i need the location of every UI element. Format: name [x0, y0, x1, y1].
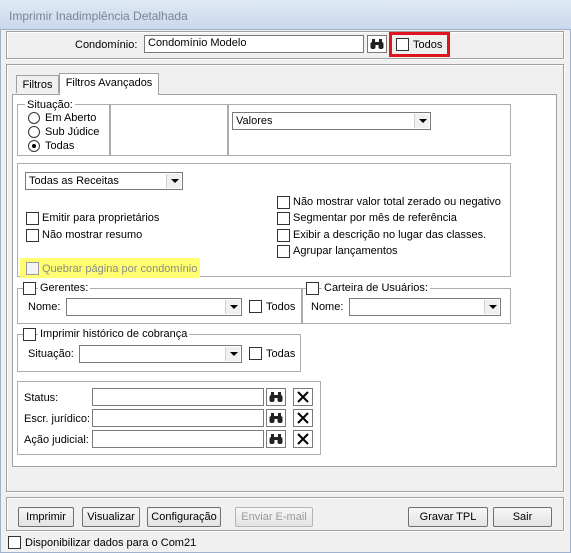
nao-mostrar-resumo-label: Não mostrar resumo: [42, 229, 143, 241]
acao-judicial-field[interactable]: [92, 430, 264, 448]
tab-filtros-avancados[interactable]: Filtros Avançados: [59, 73, 159, 95]
binoculars-icon: [269, 413, 283, 423]
nao-mostrar-resumo-checkbox[interactable]: [26, 229, 39, 242]
gravar-tpl-button[interactable]: Gravar TPL: [408, 507, 488, 527]
exibir-descricao-checkbox[interactable]: [277, 229, 290, 242]
search-condominio-button[interactable]: [367, 35, 387, 53]
close-icon: [297, 433, 309, 445]
carteira-checkbox[interactable]: [306, 282, 319, 295]
emitir-proprietarios-checkbox[interactable]: [26, 212, 39, 225]
imprimir-button[interactable]: Imprimir: [18, 507, 74, 527]
condominio-label: Condomínio:: [75, 39, 138, 51]
historico-situacao-label: Situação:: [28, 348, 74, 360]
visualizar-button[interactable]: Visualizar: [82, 507, 140, 527]
disponibilizar-label: Disponibilizar dados para o Com21: [25, 537, 197, 549]
historico-checkbox[interactable]: [23, 328, 36, 341]
radio-todas[interactable]: [28, 140, 40, 152]
acao-judicial-clear-button[interactable]: [293, 430, 313, 448]
close-icon: [297, 391, 309, 403]
escr-juridico-search-button[interactable]: [266, 409, 286, 427]
situacao-label: Situação:: [25, 99, 75, 111]
acao-judicial-label: Ação judicial:: [24, 434, 89, 446]
chevron-down-icon: [225, 347, 240, 361]
todos-condominio-label: Todos: [413, 39, 443, 51]
tab-filtros[interactable]: Filtros: [16, 75, 59, 93]
valores-combo[interactable]: Valores: [232, 112, 431, 130]
em-aberto-label: Em Aberto: [45, 112, 97, 124]
enviar-email-button[interactable]: Enviar E-mail: [235, 507, 313, 527]
agrupar-lancamentos-label: Agrupar lançamentos: [293, 245, 398, 257]
gerentes-nome-label: Nome:: [28, 301, 61, 313]
escr-juridico-clear-button[interactable]: [293, 409, 313, 427]
window-title: Imprimir Inadimplência Detalhada: [9, 9, 188, 23]
chevron-down-icon: [166, 174, 181, 188]
title-bar: Imprimir Inadimplência Detalhada: [0, 0, 571, 30]
exibir-descricao-label: Exibir a descrição no lugar das classes.: [293, 229, 487, 241]
carteira-nome-label: Nome:: [311, 301, 344, 313]
segmentar-mes-checkbox[interactable]: [277, 212, 290, 225]
status-search-button[interactable]: [266, 388, 286, 406]
radio-sub-judice[interactable]: [28, 126, 40, 138]
historico-todas-label: Todas: [266, 348, 296, 360]
binoculars-icon: [370, 39, 384, 49]
sair-button[interactable]: Sair: [493, 507, 552, 527]
escr-juridico-field[interactable]: [92, 409, 264, 427]
configuracao-button[interactable]: Configuração: [147, 507, 221, 527]
historico-label: Imprimir histórico de cobrança: [38, 328, 190, 340]
sub-judice-label: Sub Júdice: [45, 126, 100, 138]
condominio-field[interactable]: Condomínio Modelo: [144, 35, 364, 53]
chevron-down-icon: [484, 300, 499, 314]
quebrar-pagina-checkbox[interactable]: [26, 262, 39, 275]
chevron-down-icon: [414, 114, 429, 128]
escr-juridico-label: Escr. jurídico:: [24, 413, 91, 425]
gerentes-checkbox[interactable]: [23, 282, 36, 295]
status-label: Status:: [24, 392, 59, 404]
gerentes-nome-combo[interactable]: [66, 298, 242, 316]
historico-situacao-combo[interactable]: [79, 345, 242, 363]
valores-combo-value: Valores: [236, 115, 273, 127]
chevron-down-icon: [225, 300, 240, 314]
blank-panel: [110, 104, 228, 156]
binoculars-icon: [269, 392, 283, 402]
carteira-label: Carteira de Usuários:: [322, 282, 430, 294]
acao-judicial-search-button[interactable]: [266, 430, 286, 448]
nao-mostrar-total-zerado-label: Não mostrar valor total zerado ou negati…: [293, 196, 501, 208]
status-clear-button[interactable]: [293, 388, 313, 406]
status-field[interactable]: [92, 388, 264, 406]
historico-todas-checkbox[interactable]: [249, 347, 262, 360]
gerentes-todos-label: Todos: [266, 301, 296, 313]
receitas-combo-value: Todas as Receitas: [29, 175, 119, 187]
carteira-nome-combo[interactable]: [349, 298, 501, 316]
todos-condominio-checkbox[interactable]: [396, 38, 409, 51]
quebrar-pagina-label: Quebrar página por condomínio: [42, 263, 198, 275]
binoculars-icon: [269, 434, 283, 444]
receitas-combo[interactable]: Todas as Receitas: [25, 172, 183, 190]
gerentes-todos-checkbox[interactable]: [249, 300, 262, 313]
emitir-proprietarios-label: Emitir para proprietários: [42, 212, 160, 224]
disponibilizar-checkbox[interactable]: [8, 536, 21, 549]
gerentes-label: Gerentes:: [38, 282, 91, 294]
close-icon: [297, 412, 309, 424]
segmentar-mes-label: Segmentar por mês de referência: [293, 212, 457, 224]
agrupar-lancamentos-checkbox[interactable]: [277, 245, 290, 258]
todas-label: Todas: [45, 140, 75, 152]
nao-mostrar-total-zerado-checkbox[interactable]: [277, 196, 290, 209]
radio-em-aberto[interactable]: [28, 112, 40, 124]
